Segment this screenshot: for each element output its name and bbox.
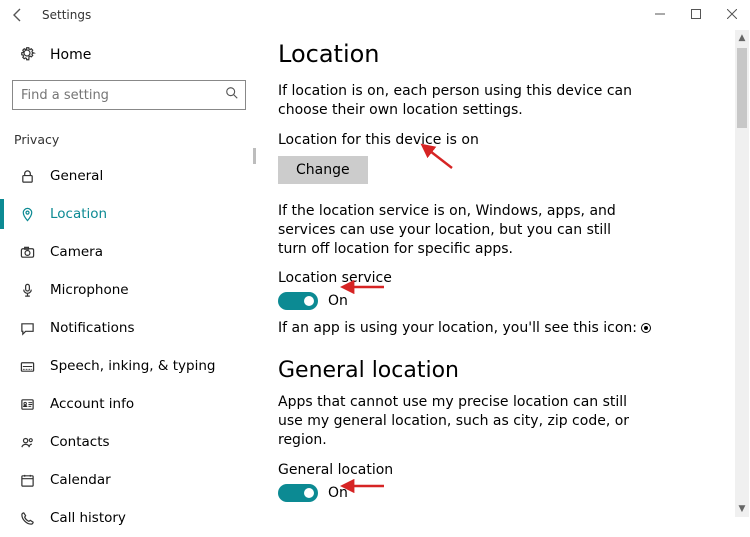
microphone-icon xyxy=(18,283,36,298)
icon-note-text: If an app is using your location, you'll… xyxy=(278,320,637,336)
general-location-toggle-row: On xyxy=(278,484,730,502)
lock-icon xyxy=(18,169,36,184)
page-heading: Location xyxy=(278,40,730,68)
nav-label: Notifications xyxy=(50,320,135,336)
nav-label: Speech, inking, & typing xyxy=(50,358,215,374)
sidebar: Home Privacy General Location xyxy=(0,30,258,519)
general-location-heading: General location xyxy=(278,358,730,383)
minimize-button[interactable] xyxy=(642,0,678,28)
nav-item-location[interactable]: Location xyxy=(12,195,258,233)
chat-icon xyxy=(18,321,36,336)
nav-list: General Location Camera Microphone xyxy=(12,157,258,537)
maximize-button[interactable] xyxy=(678,0,714,28)
nav-label: Microphone xyxy=(50,282,129,298)
account-icon xyxy=(18,397,36,412)
general-location-desc: Apps that cannot use my precise location… xyxy=(278,393,638,450)
nav-label: Camera xyxy=(50,244,103,260)
home-nav[interactable]: Home xyxy=(12,38,258,72)
window-controls xyxy=(642,0,750,28)
nav-item-notifications[interactable]: Notifications xyxy=(12,309,258,347)
contacts-icon xyxy=(18,435,36,450)
nav-item-microphone[interactable]: Microphone xyxy=(12,271,258,309)
window-scrollbar[interactable]: ▲ ▼ xyxy=(735,30,749,517)
general-location-toggle-state: On xyxy=(328,485,348,501)
location-icon-note: If an app is using your location, you'll… xyxy=(278,320,730,336)
nav-item-callhistory[interactable]: Call history xyxy=(12,499,258,537)
nav-item-general[interactable]: General xyxy=(12,157,258,195)
nav-item-account[interactable]: Account info xyxy=(12,385,258,423)
location-service-label: Location service xyxy=(278,270,730,286)
speech-icon xyxy=(18,359,36,374)
home-label: Home xyxy=(50,47,91,63)
general-location-toggle[interactable] xyxy=(278,484,318,502)
nav-item-contacts[interactable]: Contacts xyxy=(12,423,258,461)
gear-icon xyxy=(18,44,36,66)
location-in-use-icon xyxy=(641,323,651,333)
window-title: Settings xyxy=(42,8,91,22)
nav-label: Location xyxy=(50,206,107,222)
nav-item-calendar[interactable]: Calendar xyxy=(12,461,258,499)
nav-label: Account info xyxy=(50,396,134,412)
location-service-toggle-row: On xyxy=(278,292,730,310)
service-desc: If the location service is on, Windows, … xyxy=(278,202,638,259)
scroll-thumb[interactable] xyxy=(737,48,747,128)
search-box[interactable] xyxy=(12,80,246,110)
scroll-thumb[interactable] xyxy=(253,148,256,164)
device-location-status: Location for this device is on xyxy=(278,132,730,148)
content-pane: Location If location is on, each person … xyxy=(258,30,750,519)
titlebar: Settings xyxy=(0,0,750,30)
search-icon xyxy=(225,86,239,104)
intro-text: If location is on, each person using thi… xyxy=(278,82,638,120)
location-service-toggle-state: On xyxy=(328,293,348,309)
general-location-label: General location xyxy=(278,462,730,478)
location-service-toggle[interactable] xyxy=(278,292,318,310)
nav-item-speech[interactable]: Speech, inking, & typing xyxy=(12,347,258,385)
nav-item-camera[interactable]: Camera xyxy=(12,233,258,271)
scroll-up-icon[interactable]: ▲ xyxy=(735,30,749,46)
scroll-down-icon[interactable]: ▼ xyxy=(735,501,749,517)
calendar-icon xyxy=(18,473,36,488)
change-button[interactable]: Change xyxy=(278,156,368,184)
phone-icon xyxy=(18,511,36,526)
camera-icon xyxy=(18,245,36,260)
nav-label: Call history xyxy=(50,510,126,526)
nav-label: Contacts xyxy=(50,434,110,450)
close-button[interactable] xyxy=(714,0,750,28)
location-pin-icon xyxy=(18,207,36,222)
back-button[interactable] xyxy=(10,7,42,23)
group-title: Privacy xyxy=(12,128,258,157)
nav-label: General xyxy=(50,168,103,184)
search-input[interactable] xyxy=(13,81,245,109)
nav-label: Calendar xyxy=(50,472,111,488)
